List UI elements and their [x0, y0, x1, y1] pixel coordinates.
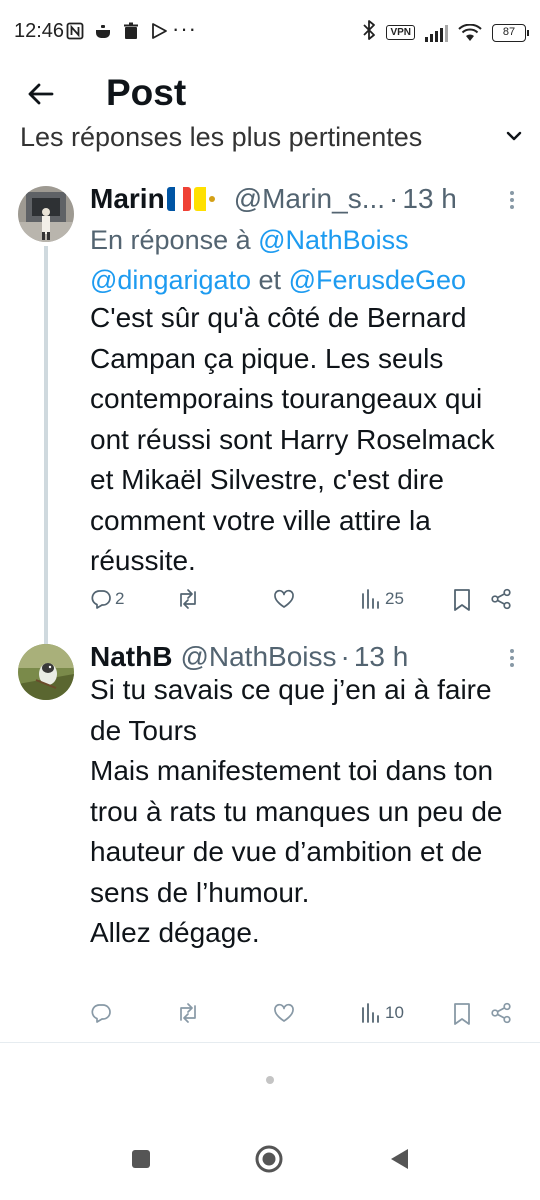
chevron-down-icon: [506, 131, 522, 141]
analytics-icon: [362, 1003, 379, 1023]
tweet-text: C'est sûr qu'à côté de Bernard Campan ça…: [90, 298, 522, 582]
like-button[interactable]: [272, 588, 299, 610]
tweet-body: C'est sûr qu'à côté de Bernard Campan ça…: [90, 302, 503, 576]
more-options-icon[interactable]: [504, 646, 520, 670]
author-name[interactable]: NathB: [90, 641, 172, 673]
reply-context: En réponse à @NathBoiss @dingarigato et …: [90, 220, 520, 300]
back-button[interactable]: [22, 76, 58, 112]
author-handle[interactable]: @Marin_s...: [234, 183, 385, 215]
bluetooth-icon: [362, 20, 376, 45]
page-title: Post: [106, 72, 187, 113]
back-nav-button[interactable]: [384, 1144, 414, 1174]
loading-indicator: [266, 1076, 274, 1084]
divider: [0, 1042, 540, 1043]
views-button[interactable]: 25: [360, 588, 404, 610]
recents-button[interactable]: [126, 1144, 156, 1174]
status-time: 12:46: [14, 20, 65, 42]
reply-prefix: En réponse à: [90, 225, 251, 255]
home-button[interactable]: [254, 1144, 284, 1174]
more-options-icon[interactable]: [504, 188, 520, 212]
reply-tweet[interactable]: Marin @Marin_s... · 13 h En réponse à @N…: [0, 180, 540, 644]
tweet-actions: 10: [90, 1002, 520, 1032]
analytics-icon: [362, 589, 379, 609]
vpn-icon: VPN: [386, 25, 415, 40]
sort-replies-dropdown[interactable]: Les réponses les plus pertinentes: [0, 120, 540, 160]
separator-dot: ·: [389, 183, 399, 214]
retweet-button[interactable]: [176, 588, 203, 610]
more-notifications-icon: ···: [172, 16, 197, 41]
battery-icon: 87: [492, 23, 529, 42]
separator-dot: ·: [340, 641, 350, 672]
views-button[interactable]: 10: [360, 1002, 404, 1024]
trash-icon: [122, 22, 140, 40]
back-triangle-icon: [391, 1149, 408, 1169]
vatican-flag-icon: [193, 187, 218, 211]
cooking-pot-icon: [94, 22, 112, 40]
tweet-text: Si tu savais ce que j’en ai à faire de T…: [90, 670, 522, 954]
heart-icon: [274, 589, 294, 608]
share-button[interactable]: [490, 1002, 512, 1024]
avatar[interactable]: [18, 644, 74, 700]
n-icon: [66, 22, 84, 40]
tweet-time[interactable]: 13 h: [402, 183, 457, 215]
system-nav-bar: [0, 1130, 540, 1200]
view-count: 10: [385, 1003, 404, 1022]
tweet-time[interactable]: 13 h: [354, 641, 409, 673]
thread-line: [44, 246, 48, 644]
reply-and: et: [258, 265, 282, 295]
bookmark-button[interactable]: [452, 1002, 472, 1026]
france-flag-icon: [166, 187, 191, 211]
system-icons: VPN 87: [362, 20, 529, 45]
status-bar: 12:46 ··· VPN 87: [0, 0, 540, 62]
wifi-icon: [458, 23, 482, 42]
share-icon: [491, 1002, 511, 1024]
mention-link[interactable]: @FerusdeGeo: [289, 265, 467, 295]
reply-tweet[interactable]: NathB @NathBoiss · 13 h Si tu savais ce …: [0, 634, 540, 1040]
mention-link[interactable]: @dingarigato: [90, 265, 251, 295]
author-name[interactable]: Marin: [90, 183, 165, 215]
view-count: 25: [385, 589, 404, 608]
reply-button[interactable]: 2: [90, 588, 124, 610]
reply-count: 2: [115, 589, 125, 608]
share-button[interactable]: [490, 588, 512, 610]
tweet-header: Marin @Marin_s... · 13 h: [90, 180, 520, 218]
mention-link[interactable]: @NathBoiss: [258, 225, 408, 255]
tweet-body: Si tu savais ce que j’en ai à faire de T…: [90, 674, 503, 948]
signal-icon: [425, 24, 448, 42]
home-circle-icon: [255, 1145, 283, 1173]
bookmark-icon: [454, 589, 470, 611]
bookmark-button[interactable]: [452, 588, 472, 612]
avatar[interactable]: [18, 186, 74, 242]
app-header: Post: [0, 62, 540, 126]
heart-icon: [274, 1003, 294, 1022]
comment-icon: [91, 590, 111, 609]
retweet-icon: [180, 589, 196, 609]
like-button[interactable]: [272, 1002, 299, 1024]
square-icon: [132, 1150, 150, 1168]
retweet-button[interactable]: [176, 1002, 203, 1024]
retweet-icon: [180, 1003, 196, 1023]
name-emojis: [166, 187, 218, 211]
comment-icon: [91, 1004, 111, 1023]
bookmark-icon: [454, 1003, 470, 1025]
author-handle[interactable]: @NathBoiss: [180, 641, 336, 673]
sort-label: Les réponses les plus pertinentes: [20, 122, 423, 152]
reply-button[interactable]: [90, 1002, 115, 1024]
share-icon: [491, 588, 511, 610]
notification-icons: [66, 22, 168, 40]
tweet-actions: 2 25: [90, 588, 520, 618]
arrow-left-icon: [28, 83, 54, 105]
play-store-icon: [150, 22, 168, 40]
